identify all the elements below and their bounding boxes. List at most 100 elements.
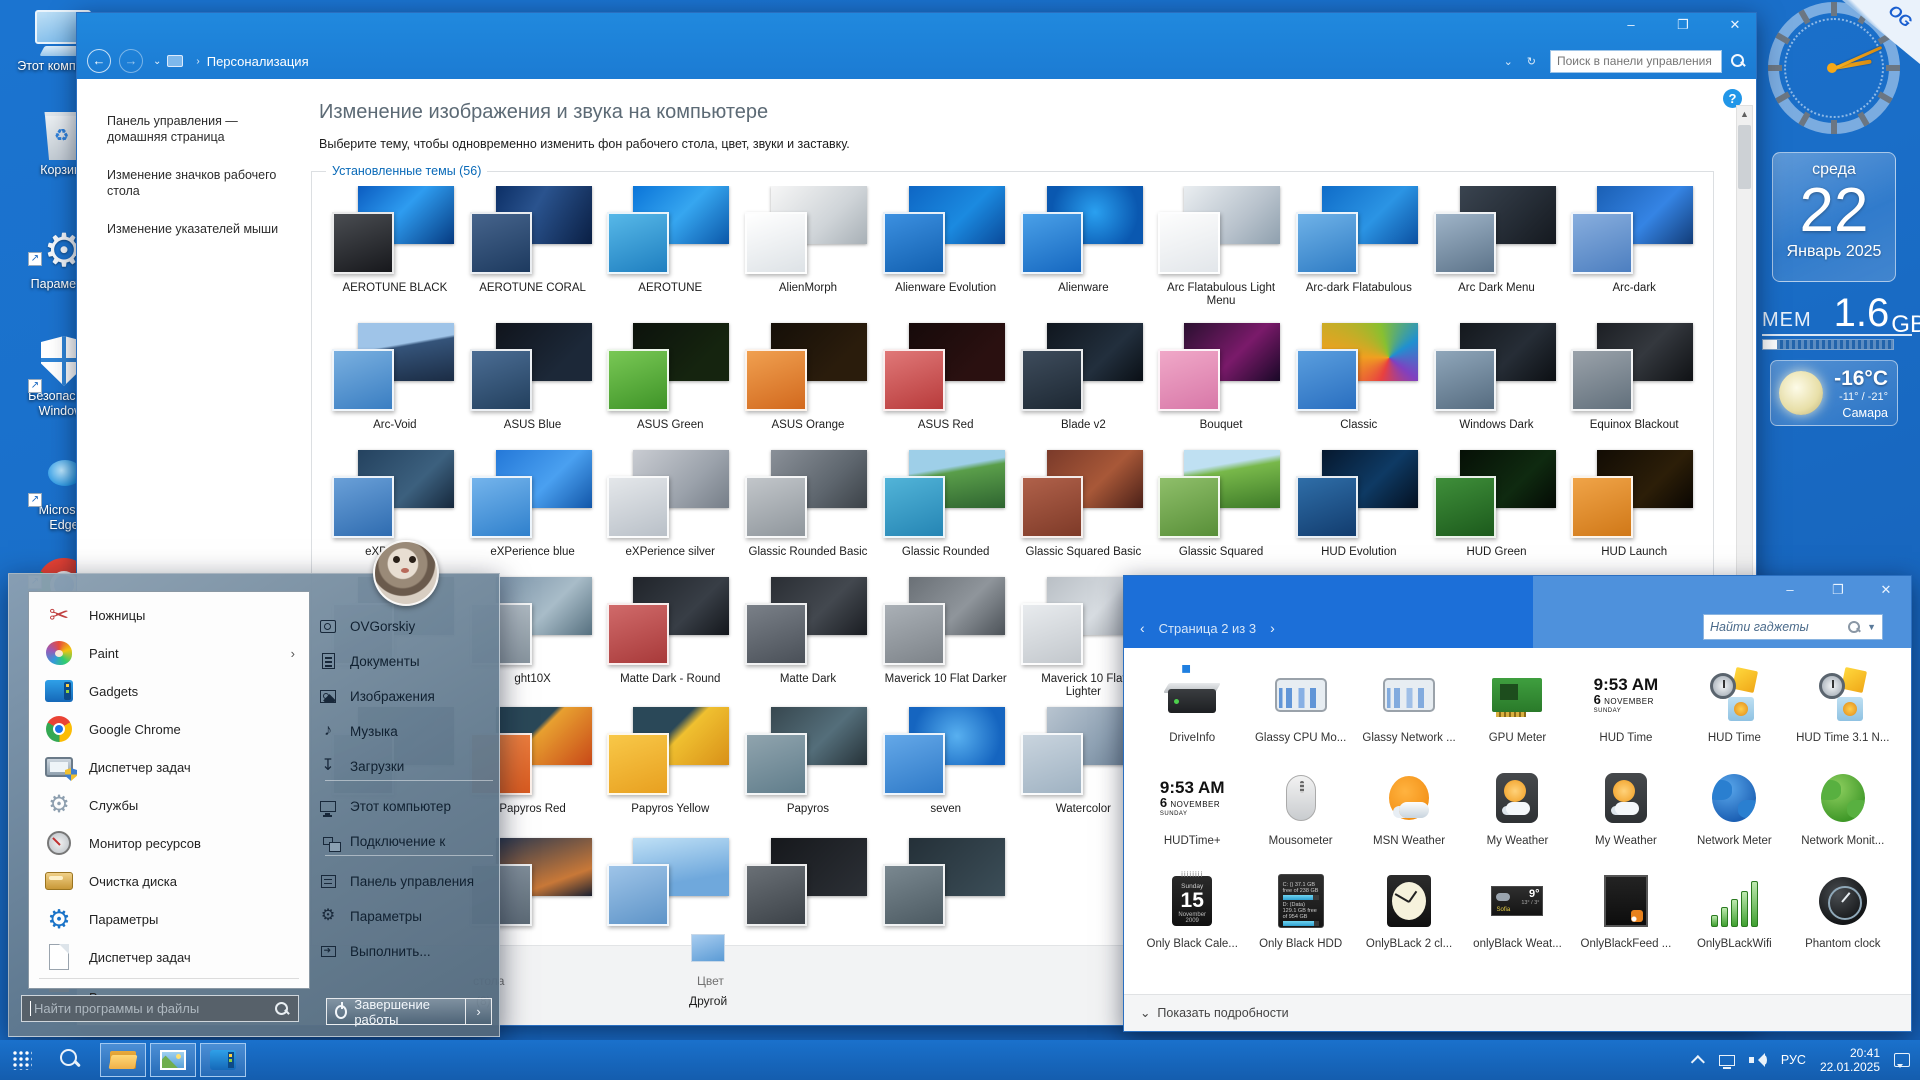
gadget-item[interactable]: OnlyBlackFeed ... [1572,862,1680,965]
control-panel-search-input[interactable] [1550,50,1722,73]
start-menu-item[interactable]: ⚙ Службы [35,786,303,824]
gadget-item[interactable]: My Weather [1463,759,1571,862]
theme-tile[interactable]: HUD Evolution [1290,450,1428,578]
start-menu-right-item[interactable]: Выполнить... [318,936,496,966]
gadget-item[interactable]: Phantom clock [1789,862,1897,965]
network-icon[interactable] [1719,1055,1735,1066]
history-dropdown-icon[interactable]: ⌄ [153,56,161,67]
next-page-icon[interactable]: › [1270,620,1275,636]
window-titlebar[interactable]: – ❐ ✕ ← → ⌄ › Персонализация ⌄ ↻ [77,13,1756,79]
theme-tile[interactable]: Matte Dark - Round [601,577,739,705]
taskbar-file-explorer-button[interactable] [100,1043,146,1077]
scrollbar-thumb[interactable] [1738,125,1751,189]
close-button[interactable]: ✕ [1724,17,1746,33]
theme-tile[interactable]: AEROTUNE BLACK [326,186,464,314]
gadget-item[interactable]: Mousometer [1246,759,1354,862]
gadget-item[interactable]: HUD Time [1680,656,1788,759]
start-menu-search[interactable]: Найти программы и файлы [21,995,299,1022]
theme-tile[interactable] [601,838,739,946]
theme-tile[interactable]: HUD Launch [1565,450,1703,578]
show-details-link[interactable]: ⌄ Показать подробности [1140,1005,1289,1020]
memory-gadget[interactable]: MEM 1.6 GB [1762,295,1912,350]
start-button[interactable] [12,1050,32,1070]
start-menu-item[interactable]: ✂ Ножницы [35,596,303,634]
theme-tile[interactable] [877,838,1015,946]
theme-tile[interactable]: HUD Green [1428,450,1566,578]
theme-tile[interactable] [739,838,877,946]
gadget-search-box[interactable]: Найти гаджеты ▼ [1703,614,1883,640]
calendar-gadget[interactable]: среда 22 Январь 2025 [1772,152,1896,282]
gadget-item[interactable]: Glassy CPU Mo... [1246,656,1354,759]
theme-tile[interactable]: Glassic Rounded [877,450,1015,578]
start-menu-item[interactable]: Google Chrome [35,710,303,748]
theme-tile[interactable]: ASUS Green [601,323,739,451]
sidebar-link[interactable]: Панель управления —домашняя страница [107,113,299,145]
action-center-icon[interactable] [1894,1053,1910,1067]
start-menu-item[interactable]: Диспетчер задач [35,938,303,976]
theme-tile[interactable]: eXPerience blue [464,450,602,578]
start-menu-item[interactable]: ⚙ Параметры [35,900,303,938]
theme-tile[interactable]: Papyros Yellow [601,707,739,835]
theme-tile[interactable]: ASUS Orange [739,323,877,451]
tray-overflow-icon[interactable] [1691,1055,1705,1069]
start-menu-item[interactable]: Paint› [35,634,303,672]
theme-tile[interactable]: Alienware [1015,186,1153,314]
theme-tile[interactable]: ASUS Red [877,323,1015,451]
gadget-item[interactable]: Glassy Network ... [1355,656,1463,759]
taskbar-gadgets-button[interactable] [200,1043,246,1077]
theme-tile[interactable]: Windows Dark [1428,323,1566,451]
refresh-icon[interactable]: ↻ [1527,55,1536,68]
language-indicator[interactable]: РУС [1781,1053,1806,1067]
theme-tile[interactable]: Matte Dark [739,577,877,705]
theme-tile[interactable]: Glassic Squared [1152,450,1290,578]
theme-tile[interactable]: Arc-dark Flatabulous [1290,186,1428,314]
start-menu-right-item[interactable]: Этот компьютер [318,791,496,821]
start-menu-right-item[interactable]: Документы [318,646,496,676]
gadget-item[interactable]: My Weather [1572,759,1680,862]
theme-tile[interactable]: Blade v2 [1015,323,1153,451]
taskbar-photos-button[interactable] [150,1043,196,1077]
start-menu-right-item[interactable]: ♪ Музыка [318,716,496,746]
start-menu-right-item[interactable]: ↧ Загрузки [318,751,496,781]
breadcrumb[interactable]: Персонализация [207,54,309,69]
maximize-button[interactable]: ❐ [1827,582,1849,598]
gadget-item[interactable]: GPU Meter [1463,656,1571,759]
gadget-item[interactable]: C: () 37.1 GB free of 238 GBD: (Data) 12… [1246,862,1354,965]
theme-tile[interactable]: Glassic Rounded Basic [739,450,877,578]
shutdown-flyout-button[interactable]: › [466,998,492,1025]
gadget-item[interactable]: OnlyBLack 2 cl... [1355,862,1463,965]
gadget-item[interactable]: DriveInfo [1138,656,1246,759]
gadget-item[interactable]: Network Meter [1680,759,1788,862]
start-menu-right-item[interactable]: Изображения [318,681,496,711]
theme-tile[interactable]: Arc Flatabulous Light Menu [1152,186,1290,314]
previous-page-icon[interactable]: ‹ [1140,620,1145,636]
volume-icon[interactable] [1749,1053,1767,1067]
start-menu-item[interactable]: Диспетчер задач [35,748,303,786]
start-menu-right-item[interactable]: Панель управления [318,866,496,896]
gadget-item[interactable]: MSN Weather [1355,759,1463,862]
shutdown-button[interactable]: Завершение работы [326,998,466,1025]
weather-gadget[interactable]: -16°C -11° / -21° Самара [1770,360,1898,426]
sidebar-link[interactable]: Изменение указателей мыши [107,221,299,237]
start-menu-right-item[interactable]: OVGorskiy [318,611,496,641]
forward-button[interactable]: → [119,49,143,73]
search-icon[interactable] [1730,53,1746,69]
scroll-up-icon[interactable]: ▲ [1737,106,1752,123]
color-thumbnail[interactable] [691,934,725,962]
taskbar-clock[interactable]: 20:41 22.01.2025 [1820,1046,1880,1074]
theme-tile[interactable]: Bouquet [1152,323,1290,451]
back-button[interactable]: ← [87,49,111,73]
maximize-button[interactable]: ❐ [1672,17,1694,33]
start-menu-right-item[interactable]: ⚙ Параметры [318,901,496,931]
theme-tile[interactable]: Alienware Evolution [877,186,1015,314]
gadget-item[interactable]: Network Monit... [1789,759,1897,862]
theme-tile[interactable]: AlienMorph [739,186,877,314]
gadget-item[interactable]: OnlyBLackWifi [1680,862,1788,965]
start-menu-right-item[interactable]: Подключение к [318,826,496,856]
taskbar-search-icon[interactable] [58,1047,84,1073]
theme-tile[interactable]: AEROTUNE [601,186,739,314]
minimize-button[interactable]: – [1620,17,1642,33]
sidebar-link[interactable]: Изменение значков рабочегостола [107,167,299,199]
theme-tile[interactable]: AEROTUNE CORAL [464,186,602,314]
theme-tile[interactable]: Equinox Blackout [1565,323,1703,451]
